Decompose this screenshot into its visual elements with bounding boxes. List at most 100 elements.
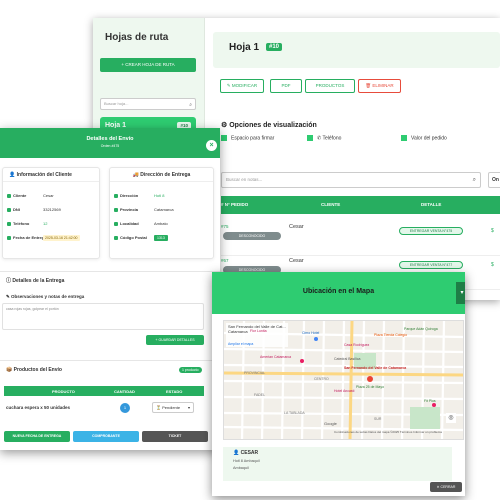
map-label: Casa Rodríguez bbox=[344, 343, 370, 347]
location-icon bbox=[114, 193, 118, 198]
calendar-icon bbox=[7, 235, 11, 240]
sidebar-search-placeholder: Buscar hoja... bbox=[104, 101, 129, 106]
field-label: DNI bbox=[13, 207, 20, 212]
orders-table-header: # N° PEDIDO CLIENTE DETALLE bbox=[221, 196, 500, 214]
create-route-sheet-button[interactable]: + CREAR HOJA DE RUTA bbox=[100, 58, 196, 72]
pdf-button[interactable]: PDF bbox=[270, 79, 302, 93]
map-label: CENTRO bbox=[314, 377, 329, 381]
details-modal-subtitle: Orden #475 bbox=[100, 144, 120, 148]
delete-button[interactable]: 🗑 ELIMINAR bbox=[358, 79, 401, 93]
product-state-select[interactable]: ⏳ Pendiente ▾ bbox=[152, 402, 194, 413]
map-modal-title: Ubicación en el Mapa bbox=[302, 288, 375, 295]
orders-search-input[interactable]: Buscar en notas... ⌕ bbox=[221, 172, 481, 188]
enlarge-map-link[interactable]: Ampliar el mapa bbox=[228, 342, 286, 346]
date-badge: 2025-03-16 21:42:00 bbox=[43, 235, 80, 241]
field-phone: Teléfono 12 bbox=[7, 221, 47, 226]
status-badge: DESCONOCIDO bbox=[223, 232, 281, 240]
user-icon: 👤 bbox=[9, 172, 17, 178]
order-number[interactable]: #67 bbox=[221, 258, 229, 263]
chevron-down-icon: ▾ bbox=[187, 405, 190, 410]
order-price: $ bbox=[491, 262, 494, 268]
receipt-button[interactable]: COMPROBANTE bbox=[73, 431, 139, 442]
checkbox-icon bbox=[221, 135, 227, 141]
product-state-value: Pendiente bbox=[162, 405, 181, 410]
field-address: Dirección Hotl 8 bbox=[114, 193, 164, 198]
chevron-down-icon[interactable]: ▾ bbox=[456, 282, 465, 304]
map-label: Flor Lunita bbox=[250, 329, 267, 333]
close-map-button[interactable]: ✕ CERRAR bbox=[430, 482, 462, 492]
field-label: Provincia bbox=[120, 207, 139, 212]
details-modal-header: Detalles del Envío Orden #475 × bbox=[0, 128, 220, 158]
product-name: cuchara espera x 50 unidades bbox=[6, 405, 71, 410]
map-label: San Fernando del Valle de Catamarca bbox=[344, 366, 407, 370]
delivery-details-section: ⓘ Detalles de la Entrega ✎ Observaciones… bbox=[0, 271, 220, 351]
embedded-map[interactable]: San Fernando del Valle de Cat... Catamar… bbox=[223, 320, 464, 440]
map-label: Catedral Basílica bbox=[334, 357, 361, 361]
search-icon: ⌕ bbox=[472, 177, 476, 183]
field-postal-code: Código Postal 1313 bbox=[114, 235, 168, 241]
field-value: Cesar bbox=[43, 193, 54, 198]
save-details-button[interactable]: + GUARDAR DETALLES bbox=[146, 335, 204, 345]
column-product: PRODUCTO bbox=[52, 389, 75, 394]
notes-label: ✎ Observaciones y notas de entrega bbox=[6, 294, 84, 300]
map-label: Parque Adán Quiroga bbox=[404, 327, 438, 331]
address-line-2: Ambaquil bbox=[233, 466, 249, 470]
ticket-button[interactable]: TICKET bbox=[142, 431, 208, 442]
order-price: $ bbox=[491, 228, 494, 234]
quantity-badge: 1 bbox=[120, 403, 130, 413]
shipment-details-modal: Detalles del Envío Orden #475 × 👤 Inform… bbox=[0, 128, 220, 450]
products-button[interactable]: PRODUCTOS bbox=[305, 79, 355, 93]
field-client: Cliente Cesar bbox=[7, 193, 54, 198]
user-icon: 👤 bbox=[233, 450, 241, 456]
details-modal-title: Detalles del Envío bbox=[86, 136, 134, 142]
client-name: Cesar bbox=[289, 258, 304, 264]
map-label: Cimo Hotel bbox=[302, 331, 320, 335]
field-value: Catamarca bbox=[154, 207, 174, 212]
delivery-details-title-text: Detalles de la Entrega bbox=[12, 278, 65, 284]
field-delivery-date: Fecha de Entrega 2025-03-16 21:42:00 bbox=[7, 235, 80, 241]
option-phone[interactable]: ✆ Teléfono bbox=[307, 135, 341, 141]
client-name: Cesar bbox=[289, 224, 304, 230]
client-info-card: 👤 Información del Cliente Cliente Cesar D… bbox=[2, 167, 100, 259]
deliver-sale-button[interactable]: ENTREGAR VENTA N°475 bbox=[399, 227, 463, 235]
map-place-card: San Fernando del Valle de Cat... Catamar… bbox=[226, 323, 288, 347]
column-state: ESTADO bbox=[166, 389, 183, 394]
new-delivery-date-button[interactable]: NUEVA FECHA DE ENTREGA bbox=[4, 431, 70, 442]
field-label: Dirección bbox=[120, 193, 139, 198]
field-value: Ambato bbox=[154, 221, 168, 226]
option-label: Valor del pedido bbox=[411, 135, 447, 142]
deliver-sale-button[interactable]: ENTREGAR VENTA N°477 bbox=[399, 261, 463, 269]
map-label: LA TABLADA bbox=[284, 411, 305, 415]
option-order-value[interactable]: Valor del pedido bbox=[401, 135, 447, 141]
field-province: Provincia Catamarca bbox=[114, 207, 174, 212]
field-label: Cliente bbox=[13, 193, 27, 198]
notes-textarea[interactable]: casa rojas rojas, golpear el portón bbox=[2, 303, 204, 330]
map-label: Amerian Catamarca bbox=[260, 355, 292, 359]
field-label: Teléfono bbox=[13, 221, 30, 226]
close-icon[interactable]: × bbox=[206, 140, 217, 151]
modify-button[interactable]: ✎ MODIFICAR bbox=[220, 79, 264, 93]
order-number[interactable]: #75 bbox=[221, 224, 229, 229]
map-label: Fit Plus bbox=[424, 399, 436, 403]
products-title-text: Productos del Envío bbox=[13, 367, 62, 373]
table-row[interactable]: #75 DESCONOCIDO Cesar ENTREGAR VENTA N°4… bbox=[221, 220, 500, 256]
map-icon bbox=[114, 207, 118, 212]
column-detail: DETALLE bbox=[421, 202, 442, 207]
id-card-icon bbox=[7, 207, 11, 212]
orders-filter-select[interactable]: On bbox=[488, 172, 500, 188]
sidebar-search-input[interactable]: Buscar hoja... ⌕ bbox=[100, 98, 196, 110]
field-value: Hotl 8 bbox=[154, 193, 165, 198]
map-label: SUR bbox=[374, 417, 382, 421]
visualization-title-text: Opciones de visualización bbox=[229, 122, 317, 129]
client-name-text: CESAR bbox=[240, 450, 259, 456]
phone-icon bbox=[7, 221, 11, 226]
field-value: 33212569 bbox=[43, 207, 61, 212]
option-signature[interactable]: Espacio para firmar bbox=[221, 135, 274, 141]
delivery-details-title: ⓘ Detalles de la Entrega bbox=[6, 277, 64, 284]
field-value[interactable]: 12 bbox=[43, 221, 47, 226]
option-label: Espacio para firmar bbox=[231, 135, 275, 142]
checkbox-icon bbox=[307, 135, 313, 141]
location-icon[interactable]: ◎ bbox=[446, 413, 456, 423]
page-id-badge: #10 bbox=[266, 43, 283, 51]
postal-code-badge: 1313 bbox=[154, 235, 168, 241]
